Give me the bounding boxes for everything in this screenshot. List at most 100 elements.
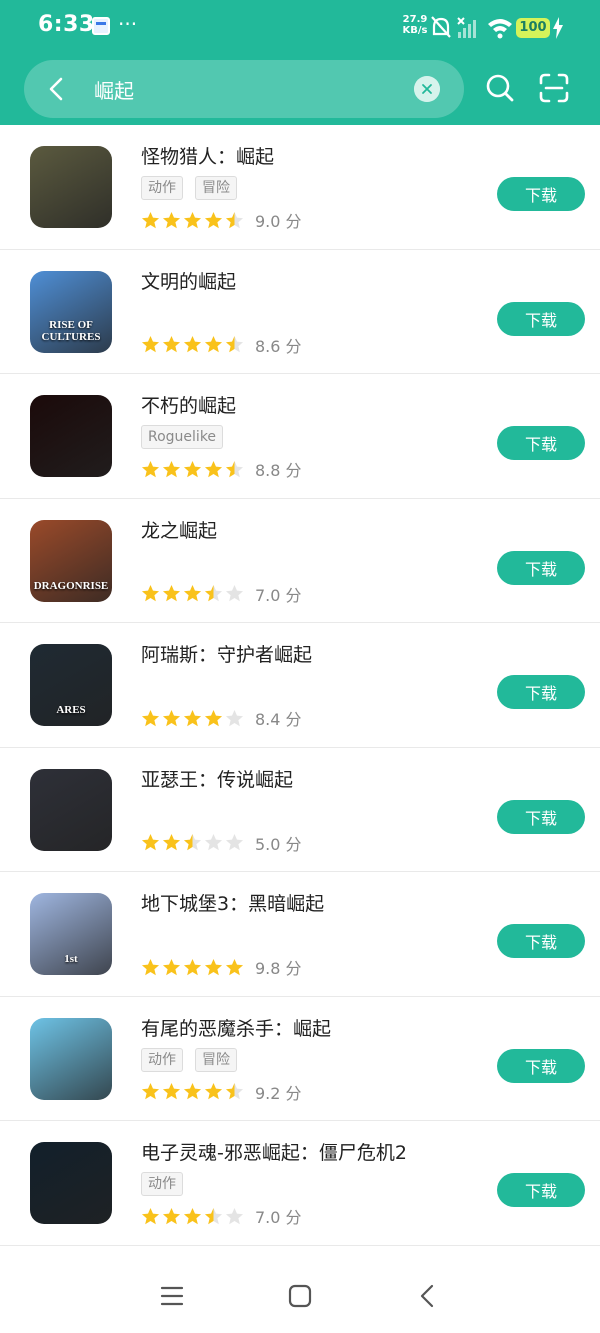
app-tags: Roguelike [141, 425, 224, 449]
clear-search-icon[interactable] [414, 76, 440, 102]
app-icon-text: ARES [56, 704, 86, 716]
app-name[interactable]: 不朽的崛起 [141, 391, 236, 418]
star-icon [141, 958, 160, 975]
star-icon [141, 584, 160, 602]
app-list-item[interactable]: 电子灵魂-邪恶崛起：僵尸危机2 动作 7.0 分 下载 [0, 1121, 600, 1246]
search-input[interactable] [94, 74, 404, 104]
network-speed-value: 27.9 [402, 14, 428, 25]
rating-stars [141, 833, 244, 852]
download-button[interactable]: 下载 [497, 177, 585, 211]
star-icon [225, 460, 244, 477]
star-icon [204, 833, 223, 851]
rating-score: 9.8 分 [255, 959, 302, 978]
download-button[interactable]: 下载 [497, 1173, 585, 1207]
search-box[interactable] [24, 60, 464, 118]
star-icon [141, 709, 160, 726]
app-icon-text: 1st [64, 953, 78, 965]
dungeon-castle-icon[interactable]: 1st [30, 893, 112, 975]
app-list-item[interactable]: ARES 阿瑞斯：守护者崛起 8.4 分 下载 [0, 623, 600, 748]
download-button[interactable]: 下载 [497, 550, 585, 585]
app-tag: 动作 [141, 176, 183, 200]
monster-hunter-icon[interactable] [30, 146, 112, 228]
back-arrow-icon[interactable] [44, 76, 70, 102]
no-signal-icon [457, 17, 476, 38]
status-bar: 6:33 ··· 27.9 KB/s 100 [0, 0, 600, 56]
star-icon [225, 1082, 244, 1100]
app-tags: 动作 冒险 [141, 176, 237, 200]
download-button[interactable]: 下载 [497, 675, 585, 709]
star-icon [225, 958, 244, 975]
rating-stars [141, 1207, 244, 1226]
app-icon-text: RISE OF CULTURES [41, 318, 101, 343]
star-icon [204, 335, 223, 353]
navigation-bar [0, 1262, 600, 1333]
app-name[interactable]: 地下城堡3：黑暗崛起 [141, 889, 324, 916]
scan-icon[interactable] [538, 72, 570, 104]
immortal-rising-icon[interactable] [30, 395, 112, 477]
cyber-soul-icon[interactable] [30, 1142, 112, 1224]
app-list-item[interactable]: 有尾的恶魔杀手：崛起 动作 冒险 9.2 分 下载 [0, 997, 600, 1121]
app-list-item[interactable]: 怪物猎人：崛起 动作 冒险 9.0 分 下载 [0, 125, 600, 250]
rating-score: 9.0 分 [255, 212, 302, 231]
rating-stars [141, 958, 244, 977]
rating-score: 7.0 分 [255, 1208, 302, 1227]
star-icon [204, 460, 223, 477]
app-list-item[interactable]: 亚瑟王：传说崛起 5.0 分 下载 [0, 748, 600, 872]
app-name[interactable]: 阿瑞斯：守护者崛起 [141, 640, 312, 667]
download-button[interactable]: 下载 [497, 924, 585, 958]
rating-stars [141, 211, 244, 230]
rise-of-cultures-icon[interactable]: RISE OF CULTURES [30, 270, 112, 353]
star-icon [141, 460, 160, 477]
app-list-item[interactable]: DRAGONRISE 龙之崛起 7.0 分 下载 [0, 499, 600, 623]
rating-stars [141, 460, 244, 479]
ares-icon[interactable]: ARES [30, 644, 112, 726]
download-button[interactable]: 下载 [497, 1048, 585, 1083]
star-icon [183, 958, 202, 975]
app-name[interactable]: 有尾的恶魔杀手：崛起 [141, 1014, 331, 1041]
star-icon [204, 1082, 223, 1100]
app-icon-text: DRAGONRISE [33, 579, 109, 592]
download-button[interactable]: 下载 [497, 301, 585, 336]
star-icon [183, 460, 202, 477]
king-arthur-icon[interactable] [30, 768, 112, 851]
rating-stars [141, 584, 244, 603]
app-list: 怪物猎人：崛起 动作 冒险 9.0 分下载 RISE OF CULTURES 文明的崛起 8… [0, 125, 600, 1246]
star-icon [183, 335, 202, 353]
star-icon [225, 335, 244, 353]
app-list-item[interactable]: 1st 地下城堡3：黑暗崛起 9.8 分 下载 [0, 872, 600, 997]
download-button[interactable]: 下载 [497, 426, 585, 460]
star-icon [225, 584, 244, 602]
app-tag: 动作 [141, 1047, 183, 1072]
app-name[interactable]: 龙之崛起 [141, 516, 217, 543]
star-icon [183, 833, 202, 851]
rating-score: 8.4 分 [255, 710, 302, 729]
star-icon [162, 709, 181, 726]
tailed-demon-slayer-icon[interactable] [30, 1017, 112, 1100]
star-icon [141, 335, 160, 353]
app-rating: 8.8 分 [141, 458, 302, 480]
app-list-item[interactable]: 不朽的崛起 Roguelike 8.8 分 下载 [0, 374, 600, 499]
star-icon [225, 211, 244, 228]
battery-indicator: 100 [516, 18, 550, 38]
status-time: 6:33 [38, 12, 95, 37]
home-icon[interactable] [288, 1284, 312, 1308]
app-name[interactable]: 电子灵魂-邪恶崛起：僵尸危机2 [141, 1138, 407, 1165]
app-name[interactable]: 亚瑟王：传说崛起 [141, 765, 293, 792]
app-tag: 冒险 [195, 176, 237, 200]
star-icon [183, 709, 202, 726]
dragon-rise-icon[interactable]: DRAGONRISE [30, 519, 112, 602]
rating-score: 8.8 分 [255, 461, 302, 480]
star-icon [204, 709, 223, 726]
app-name[interactable]: 怪物猎人：崛起 [141, 142, 274, 169]
menu-icon[interactable] [160, 1284, 184, 1308]
download-button[interactable]: 下载 [497, 799, 585, 834]
back-icon[interactable] [416, 1284, 440, 1308]
star-icon [204, 1207, 223, 1224]
search-icon[interactable] [484, 72, 516, 104]
app-list-item[interactable]: RISE OF CULTURES 文明的崛起 8.6 分 下载 [0, 250, 600, 374]
app-rating: 8.6 分 [141, 334, 302, 356]
app-name[interactable]: 文明的崛起 [141, 267, 236, 294]
app-tag: Roguelike [141, 425, 224, 449]
app-rating: 9.0 分 [141, 209, 302, 231]
star-icon [141, 211, 160, 228]
